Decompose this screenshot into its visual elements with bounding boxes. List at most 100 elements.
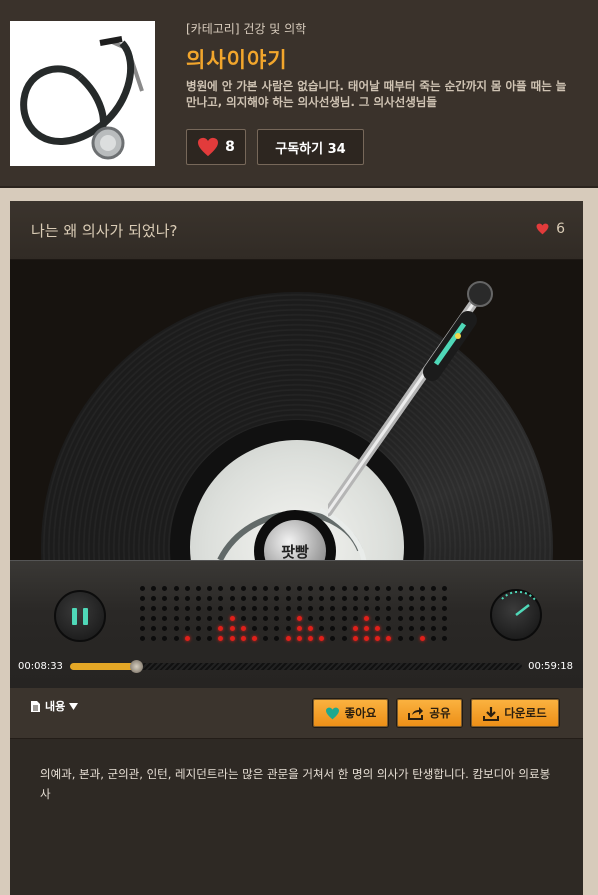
- eq-dot: [397, 586, 403, 591]
- eq-dot: [207, 586, 213, 591]
- eq-dot: [375, 596, 381, 601]
- eq-dot: [218, 636, 224, 641]
- eq-dot: [386, 626, 392, 631]
- eq-dot: [296, 596, 302, 601]
- eq-dot: [308, 606, 313, 611]
- eq-dot: [207, 596, 213, 601]
- eq-dot: [274, 606, 280, 611]
- progress-bar[interactable]: [70, 660, 522, 673]
- eq-dot: [229, 636, 235, 641]
- episode-header: 나는 왜 의사가 되었나? 6: [10, 201, 583, 260]
- eq-dot: [252, 586, 257, 591]
- eq-dot: [196, 626, 201, 631]
- progress-fill: [70, 663, 136, 670]
- eq-dot: [319, 616, 325, 621]
- podcast-description: 병원에 안 가본 사람은 없습니다. 태어날 때부터 죽는 순간까지 몸 아플 …: [186, 79, 567, 109]
- eq-dot: [162, 636, 168, 641]
- eq-dot: [352, 596, 358, 601]
- eq-dot: [240, 606, 246, 611]
- eq-dot: [431, 636, 437, 641]
- eq-dot: [420, 586, 425, 591]
- eq-dot: [442, 636, 448, 641]
- eq-dot: [173, 596, 179, 601]
- eq-dot: [364, 636, 369, 641]
- eq-dot: [442, 596, 448, 601]
- eq-dot: [308, 596, 313, 601]
- eq-dot: [173, 636, 179, 641]
- podcast-title[interactable]: 의사이야기: [186, 44, 288, 74]
- eq-dot: [319, 586, 325, 591]
- eq-dot: [252, 636, 257, 641]
- eq-dot: [252, 606, 257, 611]
- eq-dot: [173, 616, 179, 621]
- action-bar: 내용 좋아요 공유 다운로드: [10, 688, 583, 739]
- eq-dot: [341, 616, 347, 621]
- eq-dot: [442, 606, 448, 611]
- eq-dot: [240, 626, 246, 631]
- eq-dot: [330, 616, 336, 621]
- volume-dial[interactable]: [490, 589, 542, 641]
- eq-dot: [263, 596, 269, 601]
- eq-dot: [140, 606, 145, 611]
- eq-dot: [218, 596, 224, 601]
- eq-dot: [420, 626, 425, 631]
- podcast-like-button[interactable]: 8: [186, 129, 246, 165]
- eq-dot: [274, 626, 280, 631]
- eq-dot: [431, 596, 437, 601]
- eq-dot: [151, 606, 157, 611]
- pause-icon-bar: [83, 607, 88, 625]
- content-label: 내용: [45, 700, 66, 713]
- tonearm[interactable]: [328, 260, 508, 560]
- eq-dot: [296, 586, 302, 591]
- eq-dot: [196, 616, 201, 621]
- eq-dot: [140, 596, 145, 601]
- share-button[interactable]: 공유: [396, 698, 463, 728]
- eq-dot: [420, 606, 425, 611]
- like-button[interactable]: 좋아요: [312, 698, 389, 728]
- eq-dot: [352, 636, 358, 641]
- eq-dot: [162, 616, 168, 621]
- eq-dot: [173, 626, 179, 631]
- eq-dot: [375, 626, 381, 631]
- eq-dot: [196, 596, 201, 601]
- eq-dot: [218, 586, 224, 591]
- eq-dot: [352, 616, 358, 621]
- eq-dot: [386, 616, 392, 621]
- eq-dot: [408, 636, 414, 641]
- eq-dot: [184, 626, 190, 631]
- stethoscope-icon: [20, 36, 144, 160]
- episode-title: 나는 왜 의사가 되었나?: [31, 222, 178, 240]
- eq-dot: [263, 636, 269, 641]
- eq-dot: [285, 586, 291, 591]
- current-time: 00:08:33: [18, 661, 63, 672]
- like-label: 좋아요: [344, 706, 377, 720]
- equalizer: [140, 586, 455, 646]
- eq-dot: [330, 626, 336, 631]
- eq-dot: [285, 596, 291, 601]
- eq-dot: [207, 606, 213, 611]
- eq-dot: [352, 626, 358, 631]
- eq-dot: [386, 636, 392, 641]
- podcast-thumbnail[interactable]: [10, 21, 155, 166]
- eq-dot: [319, 626, 325, 631]
- episode-like-button[interactable]: 6: [536, 221, 565, 237]
- download-button[interactable]: 다운로드: [470, 698, 560, 728]
- eq-dot: [162, 596, 168, 601]
- eq-dot: [229, 586, 235, 591]
- eq-dot: [218, 606, 224, 611]
- subscribe-button[interactable]: 구독하기 34: [257, 129, 364, 165]
- eq-dot: [431, 606, 437, 611]
- eq-dot: [151, 586, 157, 591]
- eq-dot: [263, 586, 269, 591]
- eq-dot: [196, 636, 201, 641]
- eq-dot: [420, 636, 425, 641]
- eq-dot: [151, 636, 157, 641]
- eq-dot: [296, 616, 302, 621]
- progress-handle[interactable]: [129, 660, 143, 673]
- eq-dot: [420, 616, 425, 621]
- eq-dot: [218, 616, 224, 621]
- content-toggle[interactable]: 내용: [30, 698, 79, 714]
- eq-dot: [408, 616, 414, 621]
- pause-button[interactable]: [54, 590, 106, 642]
- eq-dot: [184, 586, 190, 591]
